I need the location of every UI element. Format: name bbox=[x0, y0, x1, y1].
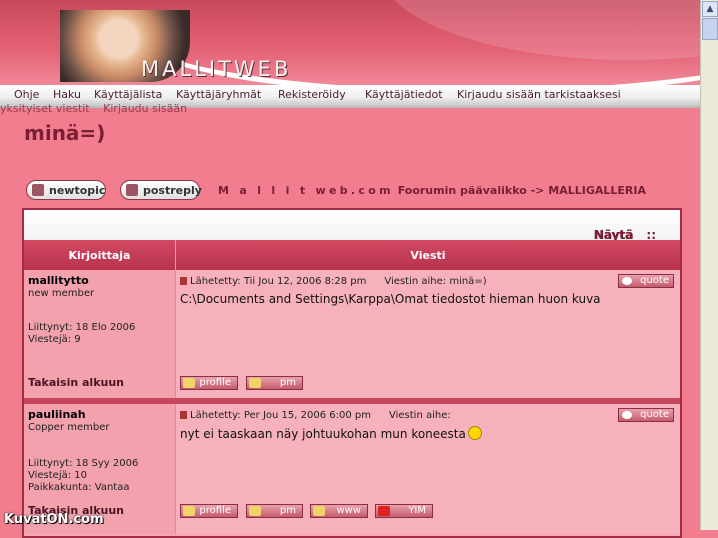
author-rank: Copper member bbox=[28, 422, 110, 433]
quote-button[interactable]: quote bbox=[618, 408, 674, 422]
yahoo-messenger-icon bbox=[378, 506, 390, 516]
postreply-button[interactable]: postreply bbox=[120, 180, 202, 200]
user-profile-icon bbox=[183, 506, 195, 516]
menu-item-help[interactable]: Ohje bbox=[14, 88, 39, 101]
author-post-count: Viestejä: 10 bbox=[28, 470, 88, 481]
post-meta: Lähetetty: Tii Jou 12, 2006 8:28 pm Viest… bbox=[180, 276, 487, 287]
post-author-cell: mallitytto new member Liittynyt: 18 Elo … bbox=[24, 270, 176, 398]
sub-navigation: yksityiset viestit Kirjaudu sisään bbox=[0, 102, 197, 115]
scrollbar-thumb[interactable] bbox=[702, 18, 718, 40]
breadcrumb-forum-index[interactable]: Foorumin päävalikko bbox=[398, 184, 527, 197]
author-joined: Liittynyt: 18 Syy 2006 bbox=[28, 458, 139, 469]
speech-bubble-icon bbox=[622, 277, 632, 285]
post-author[interactable]: mallitytto bbox=[28, 274, 89, 287]
pm-button[interactable]: pm bbox=[246, 376, 303, 390]
breadcrumb: M a l l i t web.com Foorumin päävalikko … bbox=[218, 184, 646, 197]
www-label: www bbox=[336, 505, 361, 516]
watermark: KuvatON.com bbox=[4, 512, 104, 527]
vertical-scrollbar[interactable]: ▲ bbox=[700, 0, 718, 530]
author-info: Liittynyt: 18 Elo 2006 Viestejä: 9 bbox=[28, 322, 135, 346]
topic-title[interactable]: minä=) bbox=[24, 121, 105, 145]
post-icon bbox=[180, 411, 187, 419]
profile-label: profile bbox=[199, 505, 231, 516]
author-location: Paikkakunta: Vantaa bbox=[28, 482, 130, 493]
private-message-icon bbox=[249, 378, 261, 388]
post-date: Lähetetty: Per Jou 15, 2006 6:00 pm bbox=[190, 410, 371, 421]
quote-button[interactable]: quote bbox=[618, 274, 674, 288]
new-topic-icon bbox=[32, 184, 44, 196]
post-meta: Lähetetty: Per Jou 15, 2006 6:00 pm Viest… bbox=[180, 410, 451, 421]
menu-item-search[interactable]: Haku bbox=[53, 88, 81, 101]
menu-item-profile[interactable]: Käyttäjätiedot bbox=[365, 88, 443, 101]
author-info: Liittynyt: 18 Syy 2006 Viestejä: 10 Paik… bbox=[28, 458, 138, 494]
back-to-top-link[interactable]: Takaisin alkuun bbox=[28, 376, 124, 389]
topic-panel: Näytä edellinen aihe :: Näytä seuraava a… bbox=[22, 208, 682, 538]
menu-item-register[interactable]: Rekisteröidy bbox=[278, 88, 346, 101]
post-body-text: nyt ei taaskaan näy johtuukohan mun kone… bbox=[180, 427, 466, 441]
post-subject: Viestin aihe: bbox=[388, 410, 451, 421]
post-subject: Viestin aihe: minä=) bbox=[384, 276, 487, 287]
post-author[interactable]: pauliinah bbox=[28, 408, 86, 421]
post-body: nyt ei taaskaan näy johtuukohan mun kone… bbox=[180, 426, 482, 441]
author-post-count: Viestejä: 9 bbox=[28, 334, 81, 345]
reply-icon bbox=[126, 184, 138, 196]
private-messages-link[interactable]: yksityiset viestit bbox=[0, 102, 90, 115]
speech-bubble-icon bbox=[622, 411, 632, 419]
post-date: Lähetetty: Tii Jou 12, 2006 8:28 pm bbox=[190, 276, 367, 287]
table-header: Kirjoittaja Viesti bbox=[24, 240, 680, 270]
www-button[interactable]: www bbox=[310, 504, 368, 518]
pm-label: pm bbox=[279, 505, 296, 516]
site-header: MALLITWEB bbox=[0, 0, 700, 86]
message-column-header: Viesti bbox=[175, 240, 680, 270]
menu-item-usergroups[interactable]: Käyttäjäryhmät bbox=[176, 88, 261, 101]
quote-label: quote bbox=[640, 275, 669, 286]
user-profile-icon bbox=[183, 378, 195, 388]
breadcrumb-arrow: -> bbox=[530, 184, 545, 197]
post-row: pauliinah Copper member Liittynyt: 18 Sy… bbox=[24, 404, 680, 534]
login-link[interactable]: Kirjaudu sisään bbox=[103, 102, 187, 115]
postreply-label: postreply bbox=[143, 184, 202, 197]
pm-button[interactable]: pm bbox=[246, 504, 303, 518]
post-content-cell: Lähetetty: Per Jou 15, 2006 6:00 pm Viest… bbox=[176, 404, 680, 534]
post-content-cell: Lähetetty: Tii Jou 12, 2006 8:28 pm Viest… bbox=[176, 270, 680, 398]
newtopic-button[interactable]: newtopic bbox=[26, 180, 106, 200]
sad-smiley-icon bbox=[467, 426, 482, 440]
yim-button[interactable]: YIM bbox=[375, 504, 433, 518]
breadcrumb-site[interactable]: M a l l i t web.com bbox=[218, 184, 394, 197]
author-rank: new member bbox=[28, 288, 95, 299]
site-logo[interactable]: MALLITWEB bbox=[141, 57, 291, 81]
home-icon bbox=[313, 506, 325, 516]
author-column-header: Kirjoittaja bbox=[68, 249, 131, 262]
pm-label: pm bbox=[279, 377, 296, 388]
profile-label: profile bbox=[199, 377, 231, 388]
topic-nav-row: Näytä edellinen aihe :: Näytä seuraava a… bbox=[24, 210, 680, 270]
post-row: mallitytto new member Liittynyt: 18 Elo … bbox=[24, 270, 680, 398]
quote-label: quote bbox=[640, 409, 669, 420]
yim-label: YIM bbox=[408, 505, 426, 516]
post-body: C:\Documents and Settings\Karppa\Omat ti… bbox=[180, 292, 601, 306]
menu-item-login-check[interactable]: Kirjaudu sisään tarkistaaksesi bbox=[457, 88, 621, 101]
profile-button[interactable]: profile bbox=[180, 504, 238, 518]
author-joined: Liittynyt: 18 Elo 2006 bbox=[28, 322, 136, 333]
newtopic-label: newtopic bbox=[49, 184, 106, 197]
private-message-icon bbox=[249, 506, 261, 516]
post-icon bbox=[180, 277, 187, 285]
scroll-up-arrow-icon[interactable]: ▲ bbox=[702, 1, 718, 17]
profile-button[interactable]: profile bbox=[180, 376, 238, 390]
breadcrumb-section[interactable]: MALLIGALLERIA bbox=[548, 184, 646, 197]
menu-item-memberlist[interactable]: Käyttäjälista bbox=[94, 88, 162, 101]
